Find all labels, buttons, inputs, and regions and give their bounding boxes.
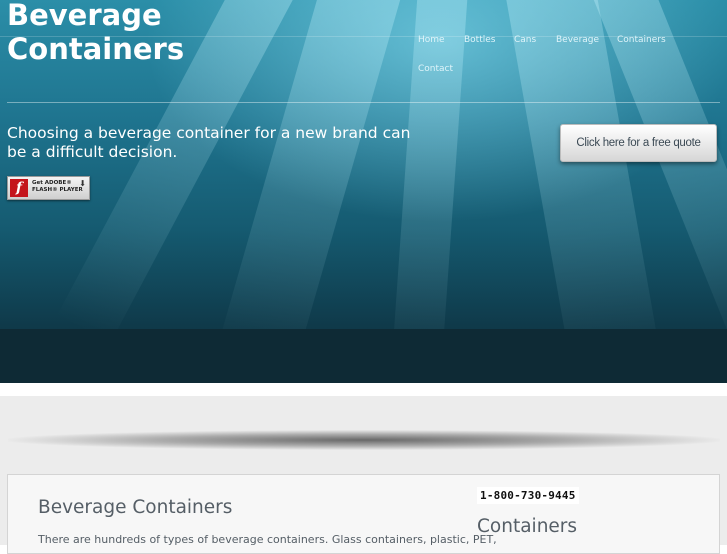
nav-contact[interactable]: Contact — [418, 64, 453, 74]
main-heading: Beverage Containers — [38, 497, 233, 518]
nav-home[interactable]: Home — [418, 35, 445, 45]
hero-tagline: Choosing a beverage container for a new … — [7, 124, 411, 161]
nav-beverage[interactable]: Beverage — [556, 35, 599, 45]
nav-bottles[interactable]: Bottles — [464, 35, 495, 45]
main-paragraph: There are hundreds of types of beverage … — [38, 533, 497, 546]
site-title[interactable]: Beverage Containers — [7, 0, 227, 66]
flash-badge-text: Get ADOBE® FLASH® PLAYER — [32, 180, 83, 194]
hero-bottom-strip — [0, 329, 727, 383]
white-band — [0, 383, 727, 396]
phone-number: 1-800-730-9445 — [477, 487, 579, 504]
get-flash-player-badge[interactable]: f Get ADOBE® FLASH® PLAYER ⬇ — [7, 176, 90, 200]
hero-divider — [7, 102, 720, 103]
nav-containers[interactable]: Containers — [617, 35, 666, 45]
flash-logo-icon: f — [10, 179, 28, 197]
decorative-shadow-divider — [8, 430, 720, 450]
flash-badge-line1: Get ADOBE® — [32, 180, 72, 186]
sidebar-heading: Containers — [477, 516, 578, 537]
free-quote-button[interactable]: Click here for a free quote — [560, 124, 717, 162]
download-arrow-icon: ⬇ — [79, 179, 86, 188]
nav-cans[interactable]: Cans — [514, 35, 536, 45]
hero-banner: Beverage Containers Home Bottles Cans Be… — [0, 0, 727, 383]
content-panel: Beverage Containers There are hundreds o… — [7, 474, 720, 554]
flash-badge-line2: FLASH® PLAYER — [32, 187, 83, 193]
light-ray — [390, 0, 470, 381]
